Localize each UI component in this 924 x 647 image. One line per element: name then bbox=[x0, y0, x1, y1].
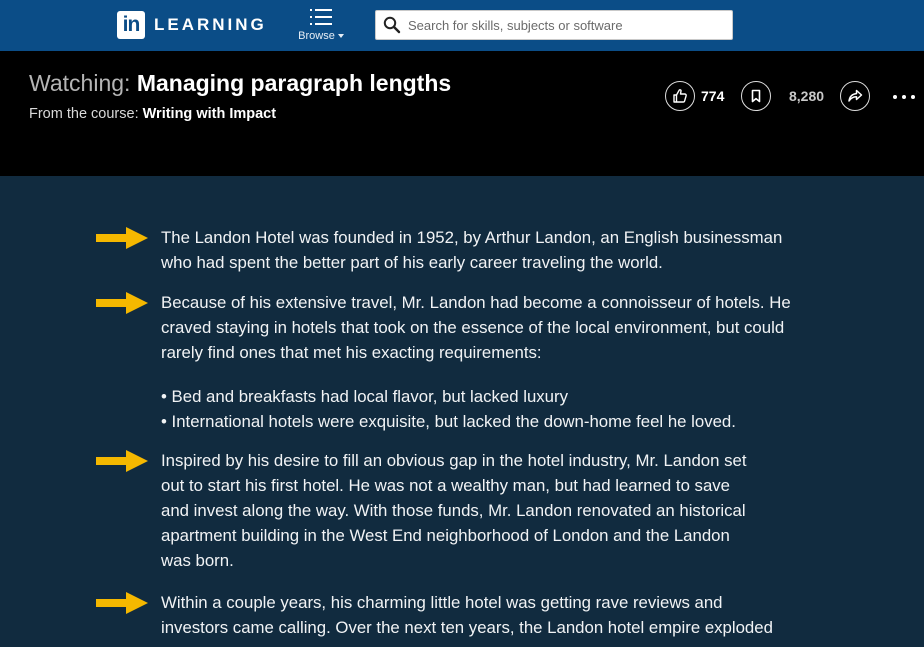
thumbs-up-icon bbox=[673, 89, 687, 103]
logo-wordmark: LEARNING bbox=[154, 15, 267, 34]
caret-down-icon bbox=[337, 34, 344, 38]
more-dot-icon bbox=[893, 95, 897, 99]
more-dot-icon bbox=[911, 95, 915, 99]
like-button[interactable] bbox=[665, 81, 695, 111]
slide-paragraph: Inspired by his desire to fill an obviou… bbox=[161, 451, 747, 570]
video-player[interactable]: The Landon Hotel was founded in 1952, by… bbox=[0, 176, 924, 647]
more-dot-icon bbox=[902, 95, 906, 99]
search-input[interactable] bbox=[408, 15, 726, 35]
page-title: Watching: Managing paragraph lengths bbox=[29, 70, 451, 97]
top-nav-bar: in LEARNING Browse bbox=[0, 0, 924, 51]
browse-menu-button[interactable]: Browse bbox=[296, 8, 346, 42]
saves-count: 8,280 bbox=[789, 88, 825, 104]
course-line: From the course: Writing with Impact bbox=[29, 106, 276, 122]
arrow-right-icon bbox=[96, 227, 148, 249]
course-link[interactable]: Writing with Impact bbox=[143, 106, 276, 122]
more-options-button[interactable] bbox=[893, 95, 915, 99]
search-icon[interactable] bbox=[383, 16, 401, 34]
arrow-right-icon bbox=[96, 450, 148, 472]
slide-paragraph: The Landon Hotel was founded in 1952, by… bbox=[161, 228, 783, 272]
watching-prefix: Watching: bbox=[29, 70, 131, 96]
search-box[interactable] bbox=[375, 10, 733, 40]
slide-bullet-list: • Bed and breakfasts had local flavor, b… bbox=[161, 387, 736, 431]
save-button[interactable] bbox=[741, 81, 771, 111]
arrow-right-icon bbox=[96, 592, 148, 614]
linkedin-learning-logo[interactable]: in LEARNING bbox=[117, 11, 267, 39]
arrow-right-icon bbox=[96, 292, 148, 314]
video-title: Managing paragraph lengths bbox=[136, 70, 452, 96]
likes-count: 774 bbox=[701, 88, 725, 104]
linkedin-logo-icon: in bbox=[117, 11, 145, 39]
slide-paragraph: Within a couple years, his charming litt… bbox=[161, 593, 773, 637]
course-prefix: From the course: bbox=[29, 106, 139, 122]
browse-label: Browse bbox=[298, 30, 335, 42]
share-button[interactable] bbox=[840, 81, 870, 111]
list-icon bbox=[310, 8, 332, 26]
bookmark-icon bbox=[751, 89, 761, 103]
slide-paragraph: Because of his extensive travel, Mr. Lan… bbox=[161, 293, 791, 362]
watching-header: Watching: Managing paragraph lengths Fro… bbox=[0, 51, 924, 176]
share-icon bbox=[848, 89, 863, 102]
